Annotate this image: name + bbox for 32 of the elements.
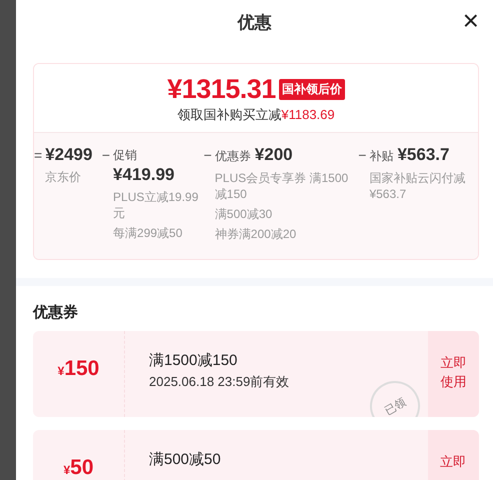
operator-sign: − [102, 146, 110, 165]
discount-note: PLUS立减19.99元 [113, 189, 200, 221]
discount-note: PLUS会员专享券 满1500减150 [214, 170, 350, 202]
discount-amount: ¥419.99 [113, 165, 176, 185]
discount-label: 补贴 [369, 148, 394, 165]
close-button[interactable]: × [458, 8, 483, 34]
coupon-title: 满500减50 [149, 450, 222, 469]
savings-text: 领取国补购买立减 [177, 107, 282, 122]
price-amount: ¥2499 [45, 145, 92, 165]
coupon-value: ¥150 [58, 357, 100, 381]
discount-note: 每满299减50 [113, 225, 184, 241]
operator-sign: = [34, 146, 42, 165]
coupon-validity: 2025.06.18 23:59前有效 [149, 373, 290, 391]
coupon-title: 满1500减150 [149, 351, 238, 370]
discount-note: 满500减30 [214, 206, 274, 222]
discount-amount: ¥563.7 [397, 145, 450, 165]
final-price: ¥1315.31 [167, 74, 276, 105]
use-now-button[interactable]: 立即使用 [428, 331, 479, 417]
section-title: 优惠券 [33, 303, 79, 322]
operator-sign: − [358, 146, 366, 165]
discount-note: 神券满200减20 [214, 226, 298, 242]
savings-amount: ¥1183.69 [281, 107, 335, 122]
discount-label: 优惠券 [214, 148, 251, 165]
coupon-value: ¥50 [63, 456, 94, 480]
discount-amount: ¥200 [254, 145, 293, 165]
price-badge: 国补领后价 [278, 79, 345, 100]
discount-label: 促销 [113, 147, 138, 164]
operator-sign: − [204, 146, 212, 165]
use-now-button[interactable]: 立即 [428, 430, 479, 480]
price-label: 京东价 [45, 169, 82, 185]
sheet-title: 优惠 [238, 12, 272, 34]
discount-note: 国家补贴云闪付减¥563.7 [369, 170, 466, 202]
